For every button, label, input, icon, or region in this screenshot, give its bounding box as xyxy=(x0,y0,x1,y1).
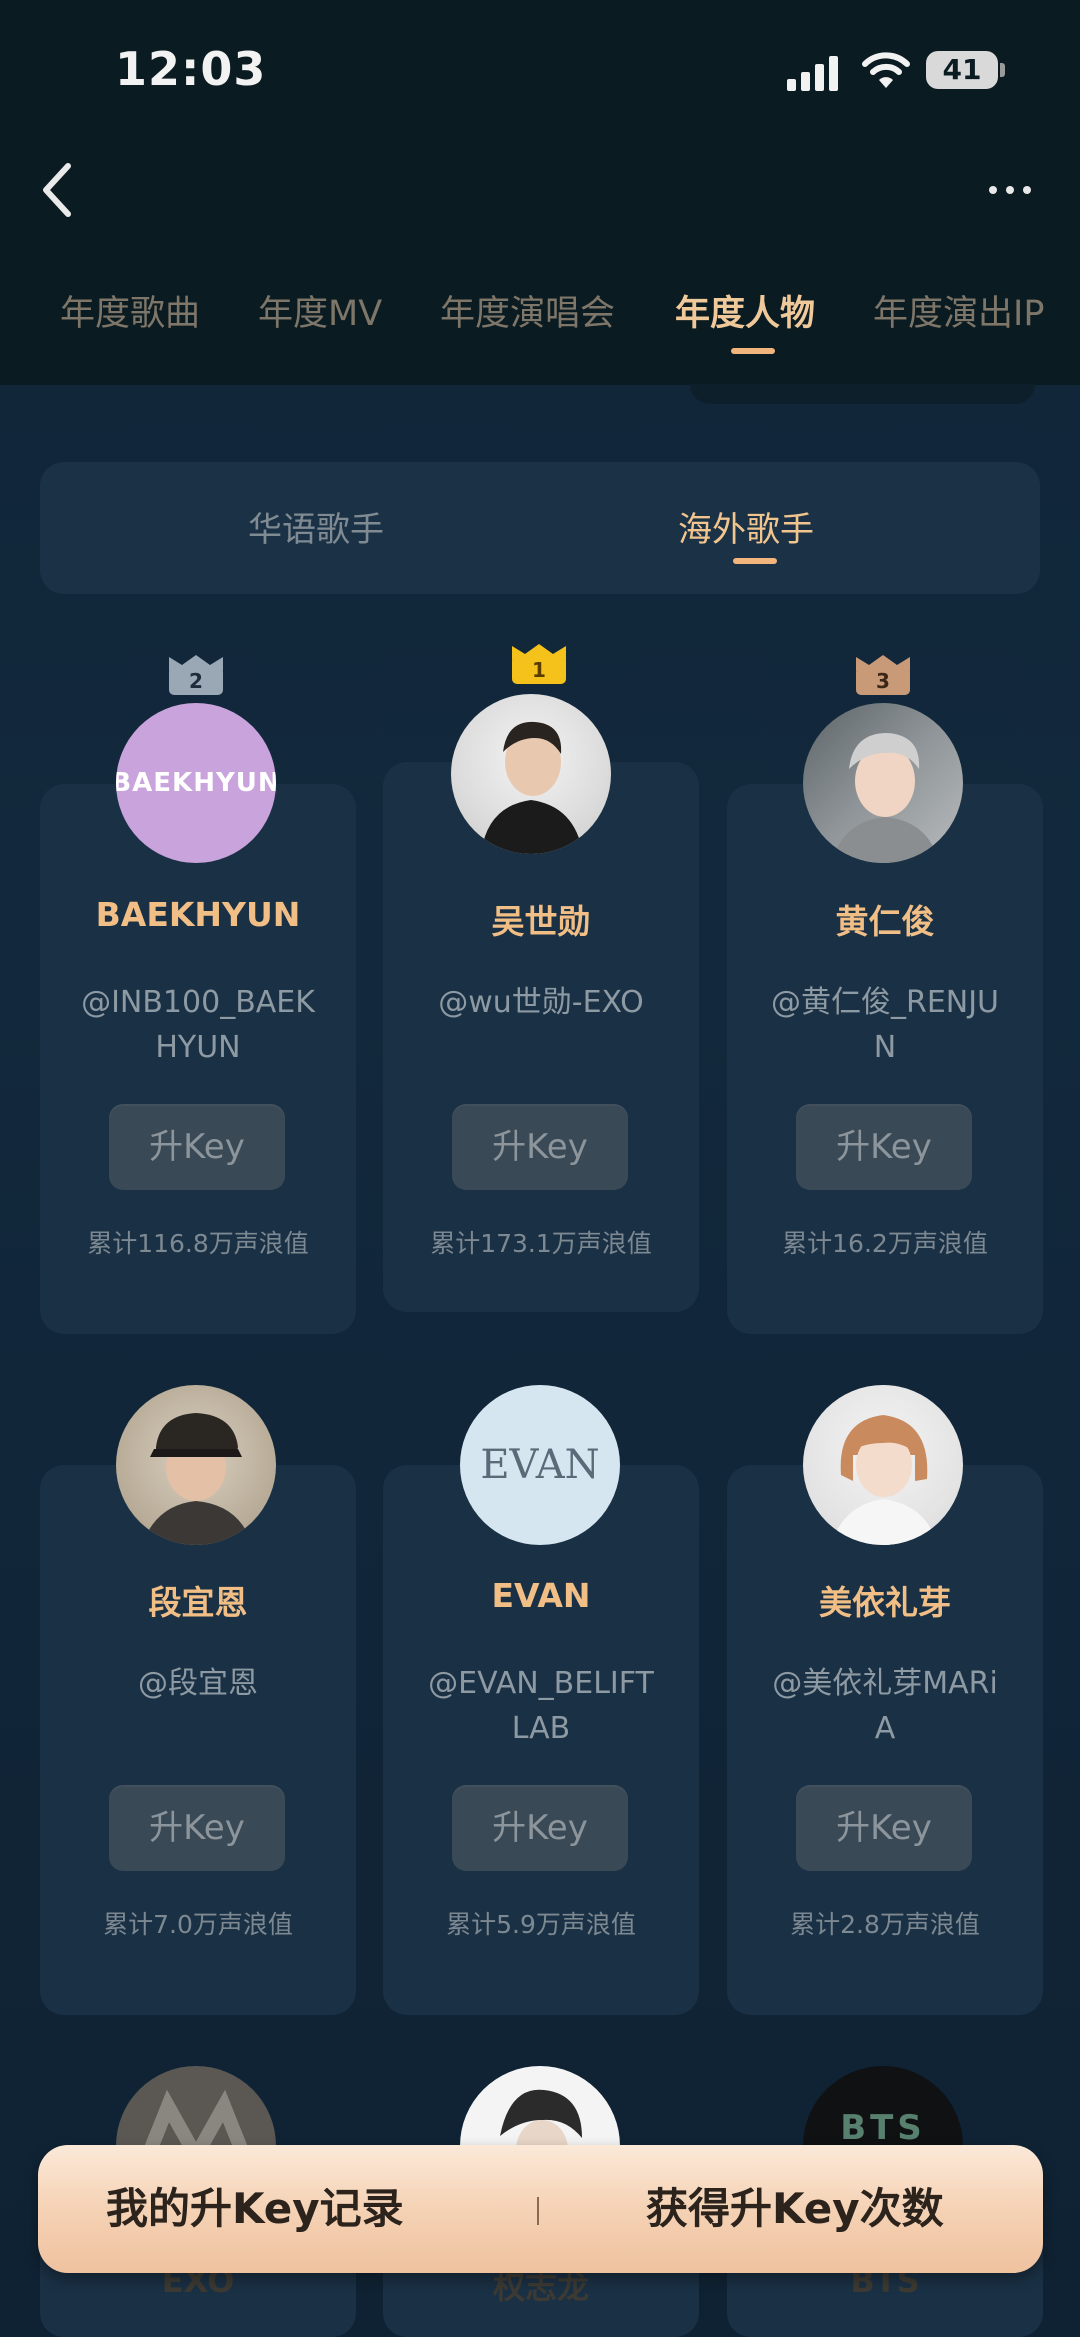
key-up-button[interactable]: 升Key xyxy=(109,1785,285,1871)
more-dots-icon xyxy=(989,186,997,194)
my-key-record-button[interactable]: 我的升Key记录 xyxy=(106,2175,404,2236)
battery-level: 41 xyxy=(926,51,998,89)
key-up-button[interactable]: 升Key xyxy=(452,1785,628,1871)
person-photo-icon xyxy=(481,721,583,854)
battery-icon: 41 xyxy=(926,51,1006,91)
tab-year-person[interactable]: 年度人物 xyxy=(675,285,815,336)
subtab-indicator xyxy=(733,558,777,564)
artist-stat: 累计5.9万声浪值 xyxy=(446,1910,636,1939)
avatar[interactable]: BAEKHYUN xyxy=(116,703,276,863)
crown-silver-icon: 2 xyxy=(169,655,223,695)
tab-overseas-singers[interactable]: 海外歌手 xyxy=(678,502,814,551)
person-photo-icon xyxy=(831,733,939,863)
artist-handle: @wu世勋-EXO xyxy=(438,985,644,1020)
get-key-count-button[interactable]: 获得升Key次数 xyxy=(646,2175,944,2236)
rank-badge: 3 xyxy=(856,667,910,695)
avatar-logo-text: EVAN xyxy=(480,1442,600,1488)
rank-badge: 1 xyxy=(512,656,566,684)
sheet-edge xyxy=(690,384,1035,404)
artist-name: 美依礼芽 xyxy=(819,1583,951,1622)
artist-stat: 累计173.1万声浪值 xyxy=(430,1229,652,1258)
key-up-button[interactable]: 升Key xyxy=(796,1104,972,1190)
status-time: 12:03 xyxy=(115,42,267,96)
key-up-button[interactable]: 升Key xyxy=(796,1785,972,1871)
artist-stat: 累计7.0万声浪值 xyxy=(103,1910,293,1939)
header: 12:03 41 年度歌曲 年度MV 年度演唱会 年度人物 年度演出IP xyxy=(0,0,1080,385)
artist-name: EVAN xyxy=(491,1576,591,1615)
artist-handle: @黄仁俊_RENJUN xyxy=(770,985,1000,1065)
artist-name: 吴世勋 xyxy=(491,902,591,941)
person-photo-icon xyxy=(142,1413,252,1545)
bottom-action-bar: 我的升Key记录 获得升Key次数 xyxy=(38,2145,1043,2273)
singer-region-tabs: 华语歌手 海外歌手 xyxy=(40,462,1040,594)
artist-handle: @EVAN_BELIFTLAB xyxy=(428,1666,654,1746)
avatar[interactable] xyxy=(803,1385,963,1545)
avatar[interactable] xyxy=(116,1385,276,1545)
crown-bronze-icon: 3 xyxy=(856,655,910,695)
artist-name: 黄仁俊 xyxy=(835,902,935,941)
avatar[interactable]: EVAN xyxy=(460,1385,620,1545)
artist-stat: 累计116.8万声浪值 xyxy=(87,1229,309,1258)
artist-name: BAEKHYUN xyxy=(95,895,301,934)
back-button[interactable] xyxy=(22,150,92,230)
signal-icon xyxy=(787,55,839,91)
more-button[interactable] xyxy=(970,160,1050,220)
artist-stat: 累计16.2万声浪值 xyxy=(782,1229,988,1258)
wifi-icon xyxy=(862,52,910,88)
artist-handle: @美依礼芽MARiA xyxy=(772,1666,998,1746)
avatar[interactable] xyxy=(451,694,611,854)
category-tabs: 年度歌曲 年度MV 年度演唱会 年度人物 年度演出IP xyxy=(0,285,1080,365)
tab-chinese-singers[interactable]: 华语歌手 xyxy=(248,502,384,551)
action-divider xyxy=(537,2197,539,2225)
person-photo-icon xyxy=(831,1415,937,1545)
artist-stat: 累计2.8万声浪值 xyxy=(790,1910,980,1939)
status-bar: 12:03 41 xyxy=(0,0,1080,140)
rank-badge: 2 xyxy=(169,667,223,695)
page: 12:03 41 年度歌曲 年度MV 年度演唱会 年度人物 年度演出IP 华语歌… xyxy=(0,0,1080,2337)
tab-year-mv[interactable]: 年度MV xyxy=(258,285,382,336)
tab-year-concert[interactable]: 年度演唱会 xyxy=(440,285,615,336)
avatar-logo-text: BTS xyxy=(840,2108,926,2148)
key-up-button[interactable]: 升Key xyxy=(452,1104,628,1190)
tab-year-show-ip[interactable]: 年度演出IP xyxy=(873,285,1044,336)
artist-name: 段宜恩 xyxy=(148,1583,248,1622)
key-up-button[interactable]: 升Key xyxy=(109,1104,285,1190)
tab-indicator xyxy=(731,348,775,354)
crown-gold-icon: 1 xyxy=(512,644,566,684)
avatar[interactable] xyxy=(803,703,963,863)
tab-year-songs[interactable]: 年度歌曲 xyxy=(60,285,200,336)
artist-handle: @段宜恩 xyxy=(138,1666,258,1701)
artist-handle: @INB100_BAEKHYUN xyxy=(81,985,315,1065)
avatar-logo-text: BAEKHYUN xyxy=(116,768,276,798)
chevron-left-icon xyxy=(43,163,71,217)
